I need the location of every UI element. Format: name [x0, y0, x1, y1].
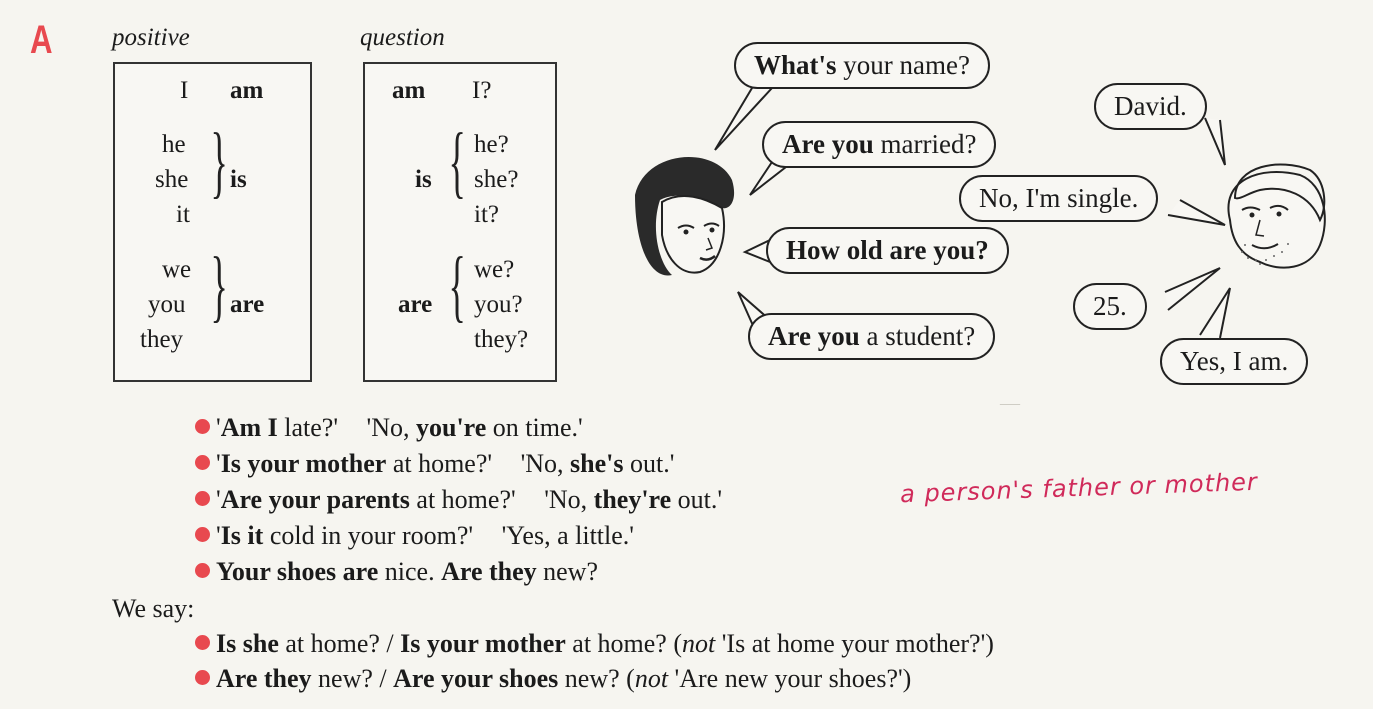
we-say-line-2: Are they new? / Are your shoes new? (not… [195, 664, 911, 694]
example-4-answer: 'Yes, a little.' [501, 521, 634, 550]
example-4-question: cold in your room?' [263, 521, 474, 550]
positive-brace-is: } [210, 118, 228, 206]
we-say-2-bold-1: Are they [216, 664, 312, 693]
positive-am: am [230, 77, 264, 104]
bullet-icon [195, 635, 210, 650]
bubble-4-text: a student? [859, 321, 976, 351]
example-3-question-bold: Are your parents [220, 485, 410, 514]
positive-are: are [230, 291, 265, 318]
bubble-3-bold: How old are you? [786, 235, 989, 265]
positive-he: he [162, 131, 186, 158]
we-say-1-bold-1: Is she [216, 629, 279, 658]
bubble-2-bold: Are you [782, 129, 874, 159]
example-line-1: 'Am I late?' 'No, you're on time.' [195, 413, 583, 443]
bullet-icon [195, 527, 210, 542]
positive-it: it [176, 201, 190, 228]
question-you: you? [474, 291, 523, 318]
question-are: are [398, 291, 433, 318]
we-say-2-italic: not [634, 664, 669, 693]
bubble-1-text: your name? [836, 50, 970, 80]
example-2-answer-bold: she's [570, 449, 624, 478]
reply-david: David. [1094, 83, 1207, 130]
reply-25: 25. [1073, 283, 1147, 330]
reply-tail-4 [1199, 287, 1231, 339]
we-say-1-italic: not [682, 629, 716, 658]
positive-she: she [155, 166, 189, 193]
question-brace-is: { [448, 118, 466, 206]
reply-no-im-single: No, I'm single. [959, 175, 1159, 222]
reply-tail-1 [1204, 117, 1226, 166]
bubble-how-old-are-you: How old are you? [766, 227, 1009, 274]
we-say-2-text-2: new? ( [558, 664, 635, 693]
reply-tail-3 [1164, 267, 1221, 311]
example-5-bold-1: Your shoes are [216, 557, 379, 586]
handwritten-note: a person's father or mother [899, 467, 1259, 509]
bubble-are-you-married: Are you married? [762, 121, 997, 168]
question-heading: question [360, 24, 445, 51]
example-1-question: late?' [277, 413, 339, 442]
example-3-answer-bold: they're [593, 485, 672, 514]
we-say-1-text-2: at home? ( [565, 629, 683, 658]
example-3-answer: out.' [671, 485, 723, 514]
question-it: it? [474, 201, 499, 228]
example-line-5: Your shoes are nice. Are they new? [195, 557, 598, 587]
positive-brace-are: } [210, 242, 228, 330]
we-say-1-bold-2: Is your mother [400, 629, 566, 658]
section-letter: A [30, 18, 53, 62]
reply-yes-i-am: Yes, I am. [1160, 338, 1309, 385]
we-say-line-1: Is she at home? / Is your mother at home… [195, 629, 994, 659]
example-2-question: at home?' [386, 449, 493, 478]
example-5-bold-2: Are they [441, 557, 537, 586]
woman-face-icon [635, 157, 735, 276]
question-am: am [392, 77, 426, 104]
positive-we: we [162, 256, 192, 283]
positive-they: they [140, 326, 184, 353]
question-we: we? [474, 256, 515, 283]
example-3-answer-pre: 'No, [544, 485, 594, 514]
bullet-icon [195, 563, 210, 578]
positive-you: you [148, 291, 186, 318]
man-face-icon [1227, 163, 1326, 269]
example-2-question-bold: Is your mother [220, 449, 387, 478]
example-1-answer-bold: you're [415, 413, 487, 442]
example-1-answer: on time.' [486, 413, 583, 442]
example-line-2: 'Is your mother at home?' 'No, she's out… [195, 449, 674, 479]
we-say-2-text-3: 'Are new your shoes?') [668, 664, 912, 693]
positive-i: I [180, 77, 189, 104]
we-say-1-text-3: 'Is at home your mother?') [715, 629, 994, 658]
example-2-answer: out.' [623, 449, 675, 478]
example-1-question-bold: Am I [220, 413, 278, 442]
bubble-2-text: married? [873, 129, 977, 159]
bubble-1-bold: What's [754, 50, 837, 80]
example-2-answer-pre: 'No, [520, 449, 571, 478]
question-they: they? [474, 326, 529, 353]
positive-is: is [230, 166, 247, 193]
we-say-2-bold-2: Are your shoes [393, 664, 559, 693]
bubble-are-you-a-student: Are you a student? [748, 313, 996, 360]
we-say-2-text-1: new? / [311, 664, 394, 693]
bullet-icon [195, 455, 210, 470]
positive-heading: positive [112, 24, 190, 51]
example-1-answer-pre: 'No, [366, 413, 416, 442]
we-say-label: We say: [112, 594, 195, 623]
question-is: is [415, 166, 432, 193]
example-5-middle: nice. [378, 557, 442, 586]
example-3-question: at home?' [409, 485, 516, 514]
bubble-whats-your-name: What's your name? [734, 42, 990, 89]
question-brace-are: { [448, 242, 466, 330]
bullet-icon [195, 491, 210, 506]
reply-tail-2 [1167, 199, 1226, 226]
bullet-icon [195, 670, 210, 685]
we-say-1-text-1: at home? / [278, 629, 401, 658]
example-line-3: 'Are your parents at home?' 'No, they're… [195, 485, 722, 515]
bullet-icon [195, 419, 210, 434]
example-4-question-bold: Is it [220, 521, 264, 550]
question-i: I? [472, 77, 492, 104]
example-5-end: new? [536, 557, 598, 586]
question-she: she? [474, 166, 519, 193]
example-line-4: 'Is it cold in your room?' 'Yes, a littl… [195, 521, 634, 551]
bubble-4-bold: Are you [768, 321, 860, 351]
question-he: he? [474, 131, 509, 158]
